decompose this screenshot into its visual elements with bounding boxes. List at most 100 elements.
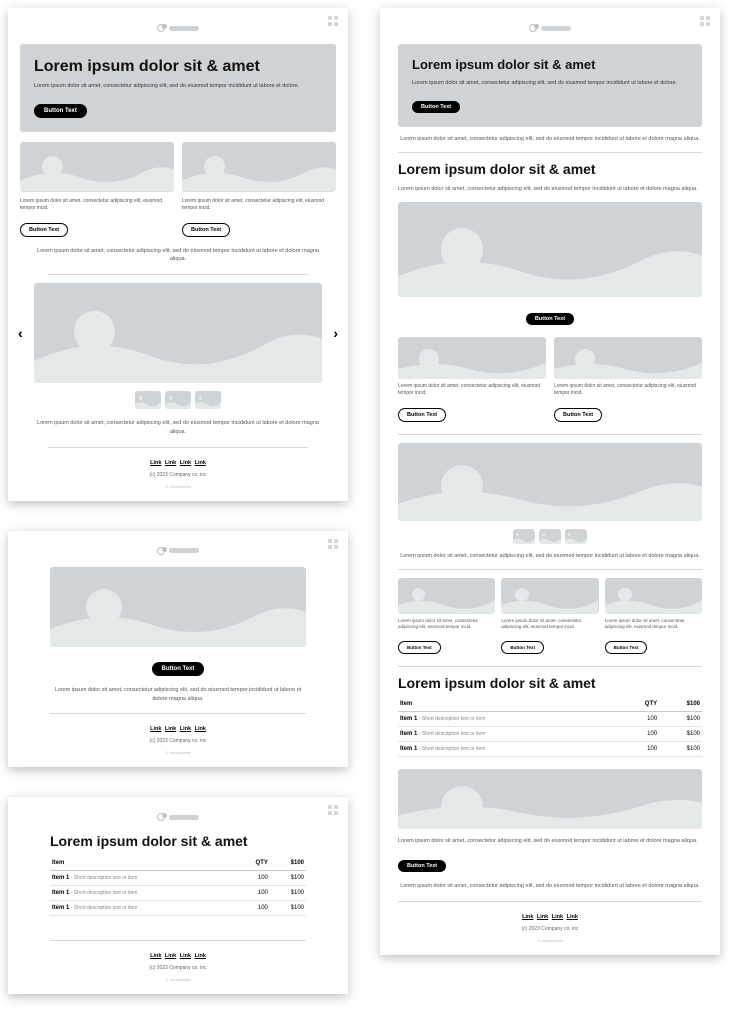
footer-link[interactable]: Link (522, 914, 533, 920)
cta-button[interactable]: Button Text (526, 313, 574, 325)
footer-link[interactable]: Link (552, 914, 563, 920)
card-text: Lorem ipsum dolor sit amet, consectetur … (20, 198, 174, 213)
body-text: Lorem ipsum dolor sit amet, consectetur … (398, 552, 702, 561)
image-placeholder (20, 142, 174, 192)
footer-links: Link Link Link Link (20, 726, 336, 732)
card: Lorem ipsum dolor sit amet, consectetur … (398, 578, 495, 655)
table-row: Item 1 - Short description text or item1… (398, 712, 702, 727)
image-placeholder (398, 443, 702, 521)
unsubscribe-link[interactable]: unsubscribe (20, 977, 336, 982)
card-button[interactable]: Button Text (398, 408, 446, 422)
table-header: Item (50, 856, 236, 871)
thumbnail[interactable] (165, 391, 191, 409)
divider (398, 569, 702, 570)
chevron-right-icon[interactable]: › (333, 326, 338, 340)
divider (398, 434, 702, 435)
data-table: Item QTY $100 Item 1 - Short description… (398, 697, 702, 757)
body-text: Lorem ipsum dolor sit amet, consectetur … (398, 837, 702, 846)
hero-body: Lorem ipsum dolor sit amet, consectetur … (34, 82, 322, 90)
footer-link[interactable]: Link (165, 953, 176, 959)
thumbnail[interactable] (195, 391, 221, 409)
card-button[interactable]: Button Text (554, 408, 602, 422)
hero-title: Lorem ipsum dolor sit & amet (34, 58, 322, 76)
image-placeholder (398, 337, 546, 379)
footer-link[interactable]: Link (180, 953, 191, 959)
brand-placeholder (541, 26, 571, 31)
logo-icon (157, 24, 165, 32)
card-button[interactable]: Button Text (182, 223, 230, 237)
table-header: Item (398, 697, 619, 712)
unsubscribe-link[interactable]: unsubscribe (398, 938, 702, 943)
image-placeholder (554, 337, 702, 379)
divider (398, 152, 702, 153)
card: Lorem ipsum dolor sit amet, consectetur … (501, 578, 598, 655)
chevron-left-icon[interactable]: ‹ (18, 326, 23, 340)
footer-link[interactable]: Link (537, 914, 548, 920)
header (20, 543, 336, 555)
footer-link[interactable]: Link (195, 460, 206, 466)
table-header: QTY (619, 697, 659, 712)
image-placeholder (398, 202, 702, 297)
header (398, 20, 702, 32)
thumbnail[interactable] (513, 529, 535, 544)
hero-button[interactable]: Button Text (34, 104, 87, 118)
cta-button[interactable]: Button Text (152, 662, 205, 676)
body-text: Lorem ipsum dolor sit amet, consectetur … (398, 185, 702, 194)
section-title: Lorem ipsum dolor sit & amet (50, 833, 306, 849)
copyright: (c) 2023 Company co. inc (20, 472, 336, 478)
card-text: Lorem ipsum dolor sit amet, consectetur … (501, 618, 598, 632)
thumbnail-row (398, 529, 702, 544)
wireframe-centered-hero: Button Text Lorem ipsum dolor sit amet, … (8, 531, 348, 768)
table-header: $100 (270, 856, 306, 871)
card-button[interactable]: Button Text (501, 641, 544, 654)
card-text: Lorem ipsum dolor sit amet, consectetur … (398, 383, 546, 398)
hero-block: Lorem ipsum dolor sit & amet Lorem ipsum… (398, 44, 702, 127)
table-row: Item 1 - Short description text or item1… (50, 885, 306, 900)
copyright: (c) 2023 Company co. inc (20, 965, 336, 971)
card: Lorem ipsum dolor sit amet, consectetur … (182, 142, 336, 237)
divider (398, 901, 702, 902)
footer-link[interactable]: Link (180, 726, 191, 732)
header (20, 809, 336, 821)
brand-placeholder (169, 26, 199, 31)
card-button[interactable]: Button Text (20, 223, 68, 237)
hero-block: Lorem ipsum dolor sit & amet Lorem ipsum… (20, 44, 336, 132)
table-row: Item 1 - Short description text or item1… (50, 900, 306, 915)
thumbnail[interactable] (539, 529, 561, 544)
footer-link[interactable]: Link (180, 460, 191, 466)
divider (50, 713, 306, 714)
card: Lorem ipsum dolor sit amet, consectetur … (605, 578, 702, 655)
card-button[interactable]: Button Text (605, 641, 648, 654)
logo-icon (157, 813, 165, 821)
wireframe-table: Lorem ipsum dolor sit & amet Item QTY $1… (8, 797, 348, 993)
image-placeholder (50, 567, 306, 647)
footer-link[interactable]: Link (165, 726, 176, 732)
image-placeholder (34, 283, 322, 383)
footer-links: Link Link Link Link (20, 953, 336, 959)
unsubscribe-link[interactable]: unsubscribe (20, 750, 336, 755)
header (20, 20, 336, 32)
body-text: Lorem ipsum dolor sit amet, consectetur … (36, 419, 320, 437)
footer-link[interactable]: Link (150, 953, 161, 959)
footer-link[interactable]: Link (195, 726, 206, 732)
thumbnail[interactable] (565, 529, 587, 544)
three-col-cards: Lorem ipsum dolor sit amet, consectetur … (398, 578, 702, 655)
divider (50, 940, 306, 941)
body-text: Lorem ipsum dolor sit amet, consectetur … (398, 135, 702, 144)
divider (48, 274, 308, 275)
footer-link[interactable]: Link (195, 953, 206, 959)
card-text: Lorem ipsum dolor sit amet, consectetur … (554, 383, 702, 398)
footer-link[interactable]: Link (165, 460, 176, 466)
unsubscribe-link[interactable]: unsubscribe (20, 484, 336, 489)
cta-button[interactable]: Button Text (398, 860, 446, 872)
divider (48, 447, 308, 448)
thumbnail-row (20, 391, 336, 409)
footer-link[interactable]: Link (150, 726, 161, 732)
card-button[interactable]: Button Text (398, 641, 441, 654)
footer-links: Link Link Link Link (20, 460, 336, 466)
footer-link[interactable]: Link (567, 914, 578, 920)
thumbnail[interactable] (135, 391, 161, 409)
wireframe-full-email: Lorem ipsum dolor sit & amet Lorem ipsum… (380, 8, 720, 955)
footer-link[interactable]: Link (150, 460, 161, 466)
hero-button[interactable]: Button Text (412, 101, 460, 113)
